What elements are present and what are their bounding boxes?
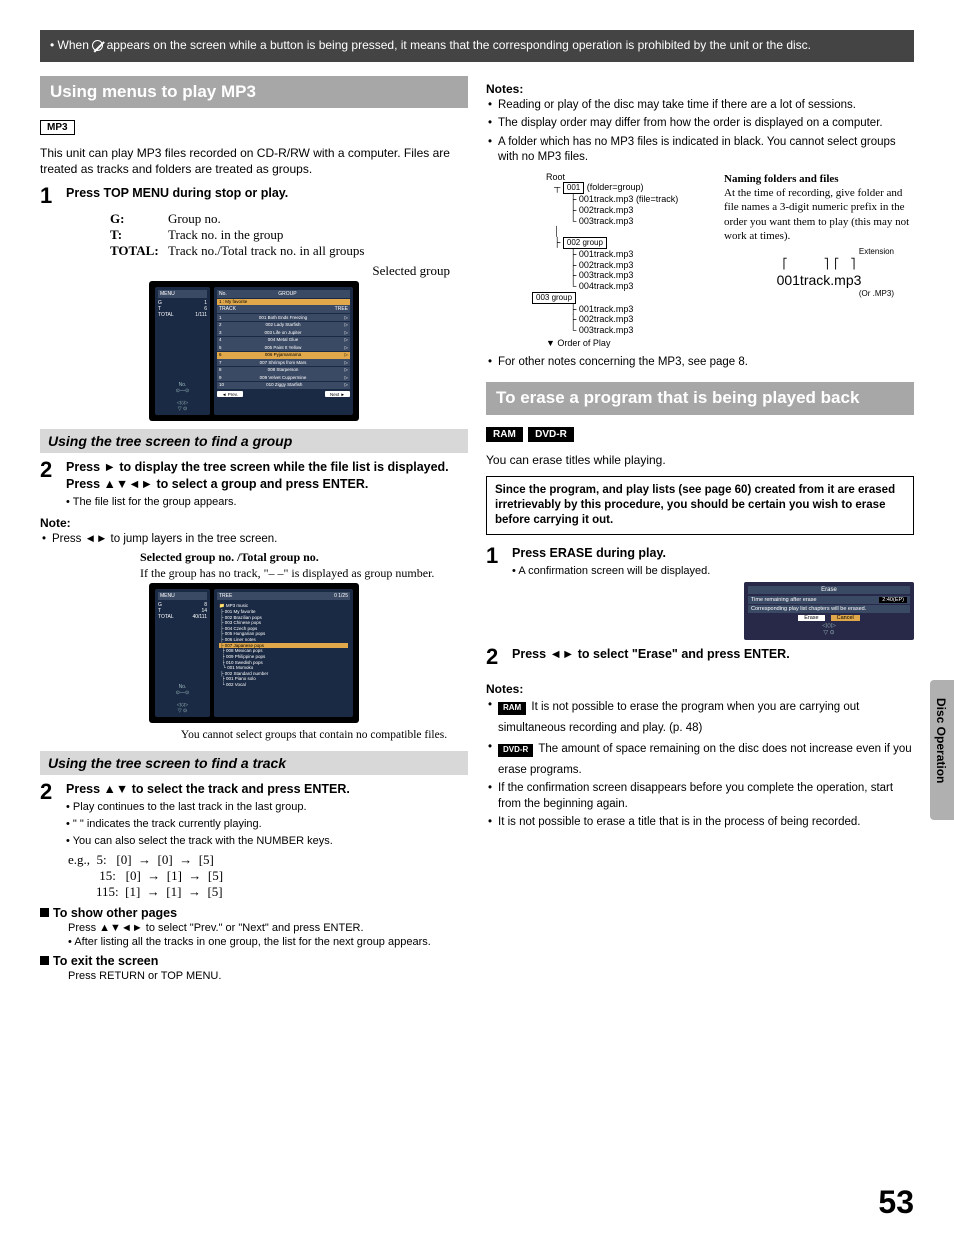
no-compatible-files-caption: You cannot select groups that contain no… xyxy=(160,729,468,743)
notes-heading-2: Notes: xyxy=(486,682,914,696)
section-erase-program: To erase a program that is being played … xyxy=(486,382,914,414)
erase-step-1: 1 Press ERASE during play. • A confirmat… xyxy=(486,545,914,579)
mp3-notes-list: Reading or play of the disc may take tim… xyxy=(486,98,914,166)
side-tab-disc-operation: Disc Operation xyxy=(930,680,954,820)
show-other-pages-heading: To show other pages xyxy=(40,906,468,920)
step-number-1: 1 xyxy=(40,185,58,207)
step-2-tree-group: 2 Press ► to display the tree screen whi… xyxy=(40,459,468,510)
section-using-menus-mp3: Using menus to play MP3 xyxy=(40,76,468,108)
page-number: 53 xyxy=(878,1184,914,1221)
group-no-caption: Selected group no. /Total group no. If t… xyxy=(140,550,468,581)
erase-confirmation-dialog: Erase Time remaining after erase2:40(EP)… xyxy=(744,582,914,640)
number-key-examples: e.g., 5: [0] → [0] → [5] 15: [0] → [1] →… xyxy=(68,852,468,900)
show-other-pages-2: • After listing all the tracks in one gr… xyxy=(68,936,468,948)
nav-icons: No.⊙—⊙◁◇▷▽ ⊙ xyxy=(158,382,207,412)
other-notes-mp3: For other notes concerning the MP3, see … xyxy=(486,355,914,371)
selected-group-label: Selected group xyxy=(40,263,450,279)
subsection-tree-find-group: Using the tree screen to find a group xyxy=(40,429,468,453)
step-1: 1 Press TOP MENU during stop or play. xyxy=(40,185,468,207)
right-column: Notes: Reading or play of the disc may t… xyxy=(486,76,914,985)
banner-text-pre: When xyxy=(58,38,93,52)
erase-step-2: 2 Press ◄► to select "Erase" and press E… xyxy=(486,646,914,668)
step-number-2a: 2 xyxy=(40,459,58,510)
folder-tree-diagram: Root ┬ 001 (folder=group) ├ 001track.mp3… xyxy=(546,172,914,349)
prohibited-operation-note: • When appears on the screen while a but… xyxy=(40,30,914,62)
dvdr-tag: DVD-R xyxy=(528,427,574,442)
mp3-tree-screen: MENU G8 T14 TOTAL40/111 No.⊙—⊙◁◇▷▽ ⊙ TRE… xyxy=(149,583,359,723)
ram-tag: RAM xyxy=(486,427,523,442)
dialog-cancel-button: Cancel xyxy=(831,615,860,621)
note-heading: Note: xyxy=(40,516,468,530)
step-2-tree-track: 2 Press ▲▼ to select the track and press… xyxy=(40,781,468,848)
banner-text-post: appears on the screen while a button is … xyxy=(103,38,811,52)
mp3-tag: MP3 xyxy=(40,120,75,135)
erase-warning-box: Since the program, and play lists (see p… xyxy=(486,476,914,535)
erase-notes-list: RAM It is not possible to erase the prog… xyxy=(486,698,914,830)
nav-icons-2: No.⊙—⊙◁◇▷▽ ⊙ xyxy=(158,684,207,714)
mp3-file-list-screen: MENU G1 T6 TOTAL1/111 No.⊙—⊙◁◇▷▽ ⊙ No.GR… xyxy=(149,281,359,421)
notes-heading-1: Notes: xyxy=(486,82,914,96)
step-number-2b: 2 xyxy=(40,781,58,848)
prohibit-icon xyxy=(92,40,103,51)
subsection-tree-find-track: Using the tree screen to find a track xyxy=(40,751,468,775)
show-other-pages-1: Press ▲▼◄► to select "Prev." or "Next" a… xyxy=(68,922,468,934)
left-column: Using menus to play MP3 MP3 This unit ca… xyxy=(40,76,468,985)
exit-screen-heading: To exit the screen xyxy=(40,954,468,968)
dialog-erase-button: Erase xyxy=(798,615,824,621)
note-jump-layers: Press ◄► to jump layers in the tree scre… xyxy=(40,532,468,548)
step-1-text: Press TOP MENU during stop or play. xyxy=(66,185,468,207)
erase-intro: You can erase titles while playing. xyxy=(486,452,914,468)
mp3-intro: This unit can play MP3 files recorded on… xyxy=(40,145,468,177)
group-track-definitions: G:Group no. T:Track no. in the group TOT… xyxy=(110,211,468,259)
naming-folders-files-box: Naming folders and files At the time of … xyxy=(724,172,914,349)
exit-screen-text: Press RETURN or TOP MENU. xyxy=(68,970,468,982)
